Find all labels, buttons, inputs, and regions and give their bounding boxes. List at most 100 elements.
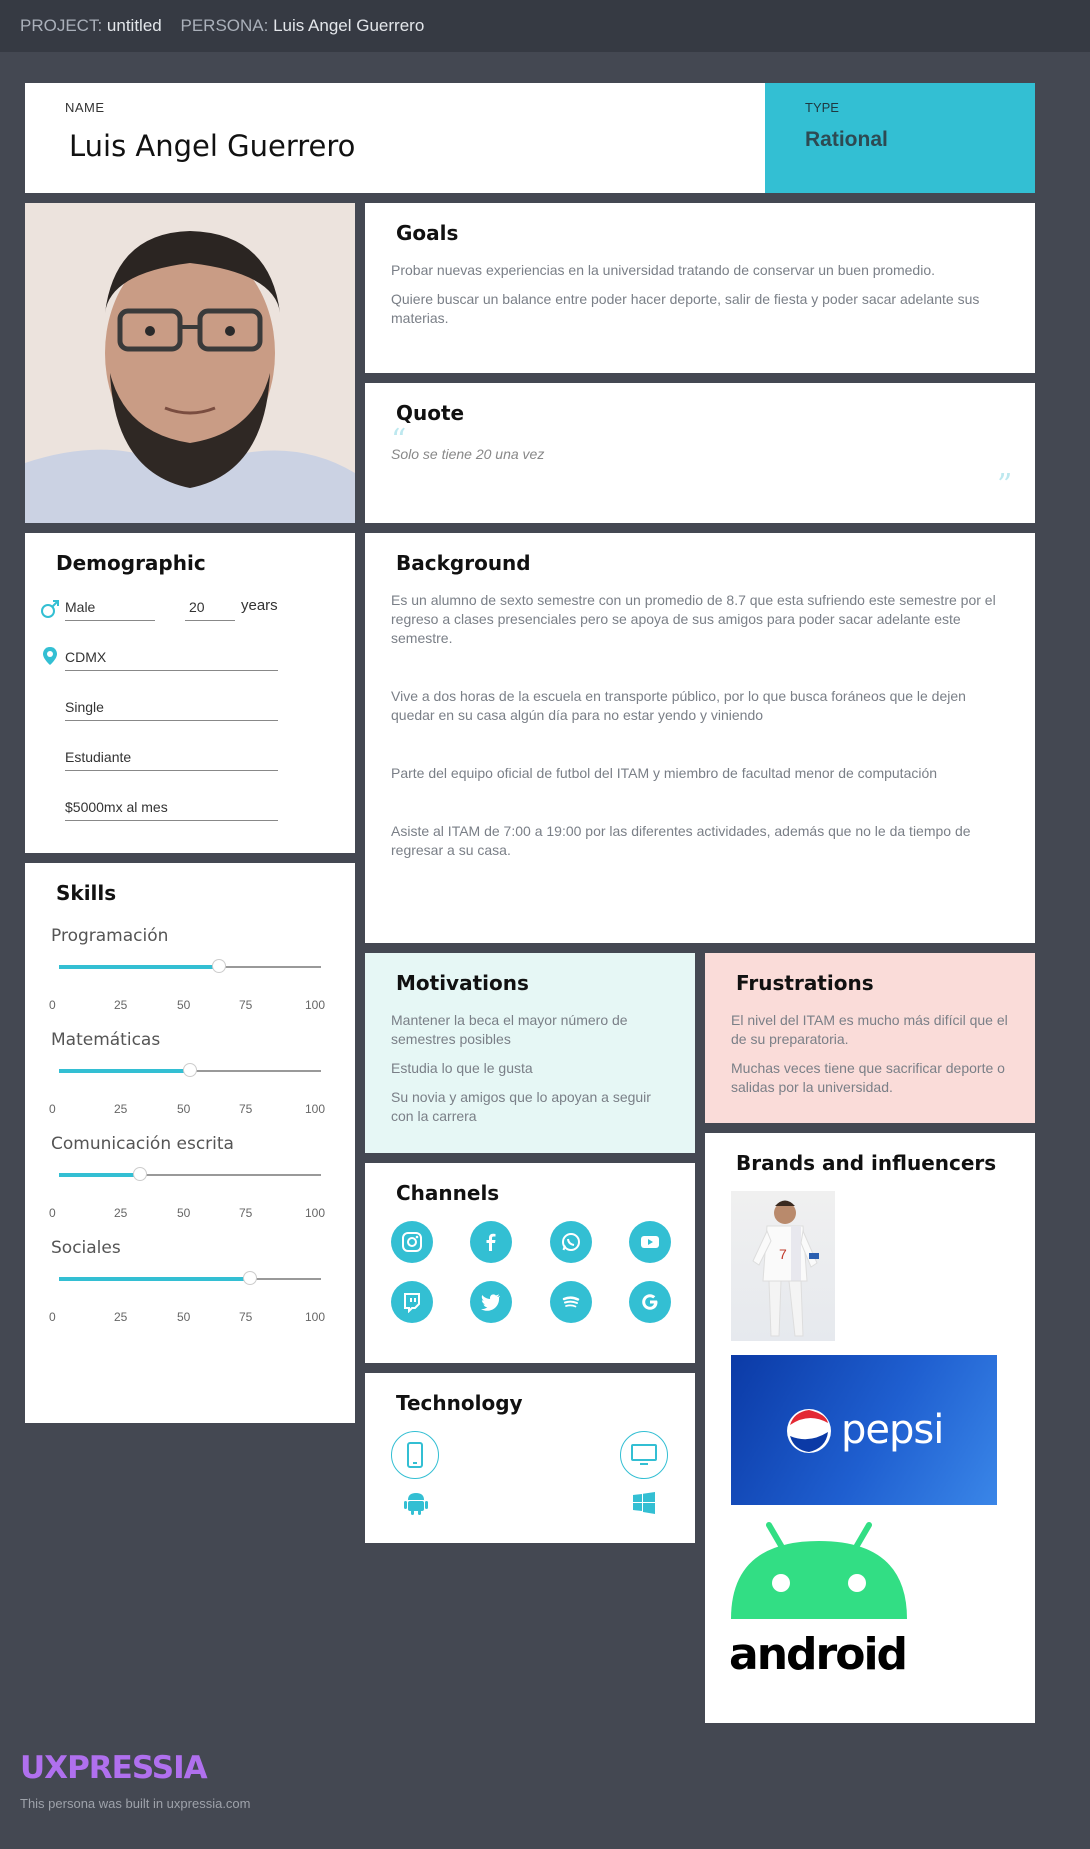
tick-label: 0 (49, 1102, 56, 1116)
tick-label: 75 (239, 1102, 253, 1116)
background-item[interactable]: Parte del equipo oficial de futbol del I… (391, 764, 996, 783)
skill-slider[interactable]: Matemáticas 0 25 50 75 100 (25, 1030, 355, 1130)
background-item[interactable]: Vive a dos horas de la escuela en transp… (391, 687, 996, 725)
slider-track[interactable] (59, 959, 321, 973)
tick-label: 50 (177, 1102, 191, 1116)
tick-label: 0 (49, 1206, 56, 1220)
desktop-icon[interactable] (620, 1431, 668, 1479)
tick-label: 100 (305, 1310, 326, 1324)
google-icon[interactable] (629, 1281, 671, 1323)
channels-title: Channels (396, 1181, 500, 1205)
instagram-icon[interactable] (391, 1221, 433, 1263)
goal-item[interactable]: Quiere buscar un balance entre poder hac… (391, 290, 1016, 328)
background-card: Background Es un alumno de sexto semestr… (365, 533, 1035, 943)
tick-label: 25 (114, 998, 128, 1012)
gender-field[interactable]: Male (65, 599, 155, 621)
location-icon (43, 647, 57, 665)
type-card: TYPE Rational (765, 83, 1035, 193)
twitter-icon[interactable] (470, 1281, 512, 1323)
whatsapp-icon[interactable] (550, 1221, 592, 1263)
facebook-icon[interactable] (470, 1221, 512, 1263)
male-icon (41, 600, 59, 618)
tick-label: 50 (177, 1206, 191, 1220)
slider-fill (59, 1173, 141, 1177)
background-item[interactable]: Es un alumno de sexto semestre con un pr… (391, 591, 996, 648)
persona-name[interactable]: Luis Angel Guerrero (273, 16, 424, 35)
slider-handle[interactable] (183, 1063, 197, 1077)
motivation-item[interactable]: Su novia y amigos que lo apoyan a seguir… (391, 1088, 671, 1126)
persona-photo-image (25, 203, 355, 523)
name-label: NAME (65, 100, 105, 115)
skill-slider[interactable]: Sociales 0 25 50 75 100 (25, 1238, 355, 1338)
spotify-icon[interactable] (550, 1281, 592, 1323)
income-field[interactable]: $5000mx al mes (65, 799, 278, 821)
tick-label: 100 (305, 998, 326, 1012)
quote-text[interactable]: Solo se tiene 20 una vez (391, 446, 544, 462)
slider-handle[interactable] (211, 959, 226, 973)
motivation-item[interactable]: Estudia lo que le gusta (391, 1059, 671, 1078)
slider-handle[interactable] (133, 1167, 148, 1181)
slider-track[interactable] (59, 1167, 321, 1181)
skill-label: Sociales (51, 1238, 121, 1258)
pepsi-logo[interactable]: pepsi (731, 1355, 997, 1505)
background-title: Background (396, 551, 531, 575)
project-name[interactable]: untitled (107, 16, 162, 35)
slider-handle[interactable] (243, 1271, 258, 1285)
project-label: PROJECT: (20, 16, 103, 35)
slider-fill (59, 965, 219, 969)
marital-status-field[interactable]: Single (65, 699, 278, 721)
pepsi-globe-icon (787, 1409, 831, 1453)
tick-label: 75 (239, 998, 253, 1012)
motivations-card: Motivations Mantener la beca el mayor nú… (365, 953, 695, 1153)
android-icon[interactable] (404, 1490, 428, 1516)
type-value[interactable]: Rational (805, 128, 888, 152)
goal-item[interactable]: Probar nuevas experiencias en la univers… (391, 261, 1016, 280)
slider-fill (59, 1277, 251, 1281)
influencer-image[interactable]: 7 (731, 1191, 835, 1341)
android-logo[interactable]: android (729, 1521, 908, 1681)
tick-label: 0 (49, 1310, 56, 1324)
name-card: NAME Luis Angel Guerrero (25, 83, 765, 193)
slider-fill (59, 1069, 190, 1073)
tick-label: 75 (239, 1206, 253, 1220)
frustrations-card: Frustrations El nivel del ITAM es mucho … (705, 953, 1035, 1123)
youtube-icon[interactable] (629, 1221, 671, 1263)
frustration-item[interactable]: Muchas veces tiene que sacrificar deport… (731, 1059, 1011, 1097)
close-quote-icon: ” (997, 468, 1013, 503)
uxpressia-logo[interactable]: UXPRESSIA (20, 1750, 208, 1786)
slider-track[interactable] (59, 1063, 321, 1077)
brands-title: Brands and influencers (736, 1151, 997, 1175)
persona-name-field[interactable]: Luis Angel Guerrero (69, 129, 355, 163)
goals-card: Goals Probar nuevas experiencias en la u… (365, 203, 1035, 373)
android-robot-icon (731, 1522, 907, 1619)
skill-label: Programación (51, 926, 169, 946)
demographic-title: Demographic (56, 551, 206, 575)
skill-label: Comunicación escrita (51, 1134, 234, 1154)
motivation-item[interactable]: Mantener la beca el mayor número de seme… (391, 1011, 671, 1049)
age-field[interactable]: 20 (185, 599, 235, 621)
footer-text: This persona was built in uxpressia.com (20, 1796, 251, 1811)
skills-title: Skills (56, 881, 117, 905)
background-item[interactable]: Asiste al ITAM de 7:00 a 19:00 por las d… (391, 822, 996, 860)
twitch-icon[interactable] (391, 1281, 433, 1323)
quote-title: Quote (396, 401, 465, 425)
tick-label: 100 (305, 1206, 326, 1220)
frustrations-title: Frustrations (736, 971, 874, 995)
skill-slider[interactable]: Comunicación escrita 0 25 50 75 100 (25, 1134, 355, 1234)
top-bar: PROJECT: untitled PERSONA: Luis Angel Gu… (0, 0, 1090, 52)
windows-icon[interactable] (632, 1491, 656, 1515)
frustration-item[interactable]: El nivel del ITAM es mucho más difícil q… (731, 1011, 1011, 1049)
android-text: android (729, 1629, 908, 1680)
mobile-icon[interactable] (391, 1431, 439, 1479)
skill-label: Matemáticas (51, 1030, 161, 1050)
slider-track[interactable] (59, 1271, 321, 1285)
skill-slider[interactable]: Programación 0 25 50 75 100 (25, 926, 355, 1026)
tick-label: 25 (114, 1102, 128, 1116)
persona-photo[interactable] (25, 203, 355, 523)
location-field[interactable]: CDMX (65, 649, 278, 671)
svg-text:7: 7 (779, 1246, 787, 1262)
age-unit: years (241, 597, 278, 614)
channels-card: Channels (365, 1163, 695, 1363)
tick-label: 25 (114, 1206, 128, 1220)
occupation-field[interactable]: Estudiante (65, 749, 278, 771)
